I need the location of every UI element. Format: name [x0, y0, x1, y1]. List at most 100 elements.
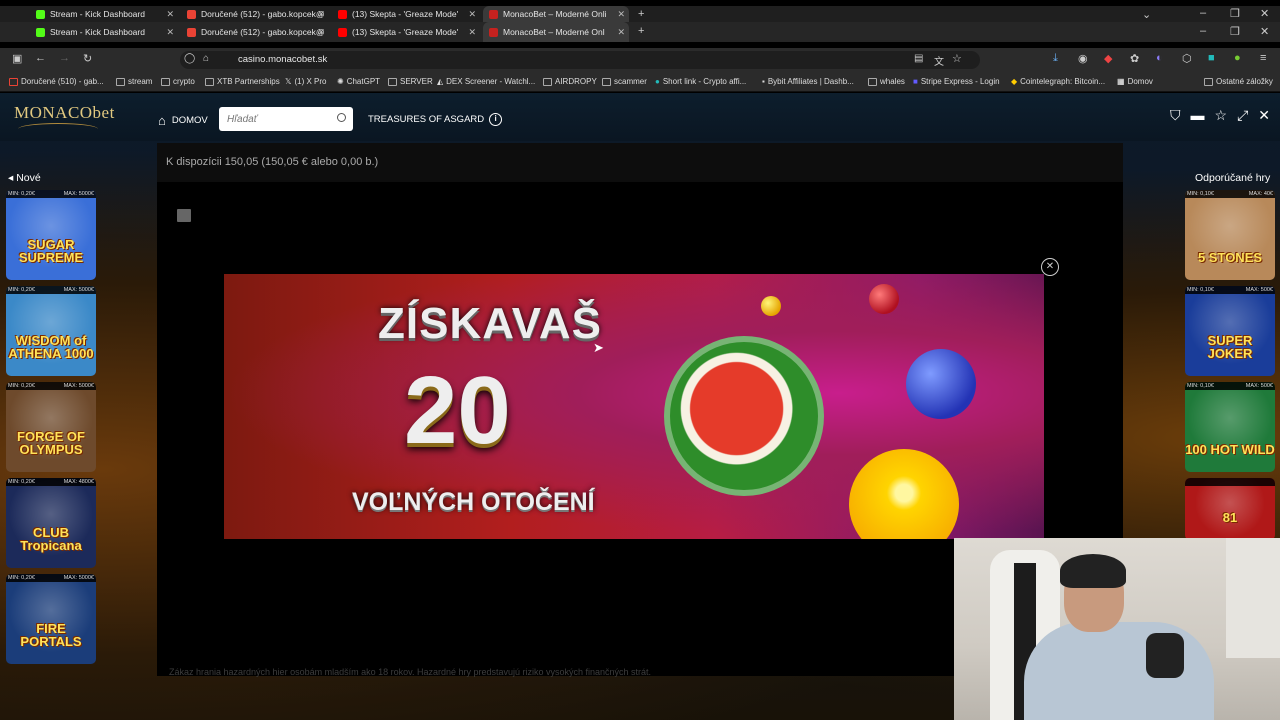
new-tab-icon[interactable]: + [638, 8, 644, 20]
tab-monacobet-top[interactable]: MonacoBet – Moderné Onli ✕ [483, 6, 629, 22]
bookmark-item[interactable]: ◆ Cointelegraph: Bitcoin... [1011, 77, 1105, 86]
search-icon[interactable] [337, 113, 346, 122]
back-icon[interactable]: ← [35, 52, 46, 64]
game-thumbnail[interactable]: MIN: 0,10€ MAX: 500€ SUPER JOKER [1185, 286, 1275, 376]
bet-limits: MIN: 0,20€ MAX: 5000€ [6, 574, 96, 582]
search-input[interactable] [219, 107, 329, 131]
tab-youtube-top[interactable]: (13) Skepta - 'Greaze Mode' ✕ [332, 6, 480, 22]
extension-icon[interactable]: ◆ [1104, 52, 1112, 65]
game-thumbnail[interactable]: MIN: 0,20€ MAX: 5000€ SUGAR SUPREME [6, 190, 96, 280]
bookmark-item[interactable]: stream [116, 77, 152, 86]
fullscreen-icon[interactable]: ⤢ [1237, 107, 1248, 124]
close-icon[interactable]: ✕ [317, 9, 325, 20]
game-thumbnail[interactable]: MIN: 0,20€ MAX: 5000€ WISDOM of ATHENA 100… [6, 286, 96, 376]
close-icon[interactable]: ✕ [166, 9, 174, 20]
chevron-down-icon[interactable]: ⌄ [1142, 8, 1151, 21]
bookmark-item[interactable]: XTB Partnerships [205, 77, 280, 86]
bookmark-item[interactable]: Doručené (510) - gab... [9, 77, 104, 86]
tab-title: MonacoBet – Moderné Onl [503, 27, 605, 37]
tab-title: Stream - Kick Dashboard [50, 9, 145, 19]
bookmark-item[interactable]: AIRDROPY [543, 77, 597, 86]
bookmark-item[interactable]: SERVER [388, 77, 433, 86]
bookmark-item[interactable]: ● Short link - Crypto affi... [655, 77, 746, 86]
bookmark-item[interactable]: ◭ DEX Screener - Watchl... [437, 77, 535, 86]
close-icon[interactable]: ✕ [468, 27, 476, 38]
shield-icon[interactable]: ◯ [184, 53, 195, 64]
game-thumbnail[interactable]: MIN: 0,20€ MAX: 5000€ FIRE PORTALS [6, 574, 96, 664]
bookmark-item[interactable]: ■ Stripe Express - Login [913, 77, 1000, 86]
game-thumbnail[interactable]: MIN: 0,20€ MAX: 5000€ FORGE OF OLYMPUS [6, 382, 96, 472]
restore-icon[interactable]: ❐ [1230, 25, 1240, 38]
bookmark-item[interactable]: ▦ Domov [1117, 77, 1153, 86]
close-window-icon[interactable]: ✕ [1260, 25, 1269, 38]
info-icon[interactable]: i [489, 113, 503, 126]
star-icon[interactable]: ☆ [1215, 107, 1228, 124]
profile-icon[interactable]: ● [1234, 52, 1241, 64]
tab-title: MonacoBet – Moderné Onli [503, 9, 607, 19]
extension-icon[interactable]: ◐ [1156, 52, 1163, 64]
game-thumbnail[interactable]: 81 [1185, 478, 1275, 540]
tab-kick[interactable]: Stream - Kick Dashboard ✕ [30, 22, 178, 42]
bookmark-item[interactable]: ▪ Bybit Affiliates | Dashb... [762, 77, 854, 86]
game-thumbnail[interactable]: MIN: 0,20€ MAX: 4800€ CLUB Tropicana [6, 478, 96, 568]
extension-icon[interactable]: ■ [1208, 52, 1215, 64]
dexscreener-icon: ◭ [437, 77, 444, 86]
cointelegraph-icon: ◆ [1011, 77, 1018, 86]
reader-icon[interactable]: ▤ [914, 53, 923, 64]
microphone [1146, 633, 1184, 678]
tab-youtube[interactable]: (13) Skepta - 'Greaze Mode' ✕ [332, 22, 480, 42]
left-sidebar-label[interactable]: ◂ Nové [8, 172, 41, 184]
star-icon[interactable]: ☆ [952, 52, 962, 65]
game-thumbnail[interactable]: MIN: 0,10€ MAX: 500€ 100 HOT WILD [1185, 382, 1275, 472]
close-icon[interactable]: ✕ [617, 9, 625, 20]
reload-icon[interactable]: ↻ [83, 52, 92, 65]
minimize-icon[interactable]: – [1200, 7, 1206, 19]
other-bookmarks[interactable]: Ostatné záložky [1204, 77, 1273, 86]
tab-title: Doručené (512) - gabo.kopcek@ [201, 9, 325, 19]
url-field[interactable]: casino.monacobet.sk [180, 51, 980, 69]
lock-icon[interactable]: ⌂ [203, 53, 209, 64]
chevron-left-icon: ◂ [8, 172, 14, 184]
bookmark-item[interactable]: ✺ ChatGPT [337, 77, 380, 86]
translate-icon[interactable]: 文 [934, 53, 944, 68]
puzzle-icon[interactable]: ⬡ [1182, 52, 1192, 65]
close-icon[interactable]: ✕ [617, 27, 625, 38]
tab-gmail[interactable]: Doručené (512) - gabo.kopcek@ ✕ [181, 22, 329, 42]
close-icon[interactable]: ✕ [1258, 107, 1270, 124]
bookmark-item[interactable]: crypto [161, 77, 195, 86]
shield-icon[interactable]: ⛉ [1170, 107, 1181, 124]
game-thumbnail[interactable]: MIN: 0,10€ MAX: 40€ 5 STONES [1185, 190, 1275, 280]
close-window-icon[interactable]: ✕ [1260, 7, 1269, 20]
bookmark-item[interactable]: 𝕏 (1) X Pro [285, 77, 326, 86]
minimize-icon[interactable]: – [1200, 25, 1206, 37]
gift-icon[interactable] [177, 209, 191, 222]
extension-icon[interactable]: ✿ [1130, 52, 1139, 65]
x-icon: 𝕏 [285, 77, 292, 86]
menu-icon[interactable]: ≡ [1260, 52, 1266, 64]
tab-kick-top[interactable]: Stream - Kick Dashboard ✕ [30, 6, 178, 22]
close-icon[interactable]: ✕ [317, 27, 325, 38]
tab-monacobet[interactable]: MonacoBet – Moderné Onl ✕ [483, 22, 629, 42]
bookmark-item[interactable]: whales [868, 77, 905, 86]
extension-icon[interactable]: ◉ [1078, 52, 1088, 65]
bookmark-label: ChatGPT [346, 77, 381, 86]
right-sidebar-label[interactable]: Odporúčané hry [1195, 172, 1270, 184]
sidebar-icon[interactable]: ▣ [12, 52, 22, 65]
chatgpt-icon: ✺ [337, 77, 344, 86]
nav-home[interactable]: ⌂ DOMOV [158, 113, 208, 128]
game-title-art: SUGAR SUPREME [18, 237, 84, 265]
download-icon[interactable]: ⤓ [1053, 52, 1058, 65]
wallet-icon[interactable]: ▬ [1191, 107, 1205, 124]
folder-icon [161, 77, 170, 86]
close-icon[interactable]: ✕ [166, 27, 174, 38]
forward-icon[interactable]: → [59, 52, 70, 64]
site-logo[interactable]: MONACObet [14, 103, 115, 123]
tab-gmail-top[interactable]: Doručené (512) - gabo.kopcek@ ✕ [181, 6, 329, 22]
bet-limits [1185, 478, 1275, 486]
bookmark-item[interactable]: scammer [602, 77, 647, 86]
restore-icon[interactable]: ❐ [1230, 7, 1240, 20]
new-tab-icon[interactable]: + [638, 25, 644, 37]
close-icon[interactable]: ✕ [468, 9, 476, 20]
free-spins-banner[interactable]: ZÍSKAVAŠ 20 VOĽNÝCH OTOČENÍ [224, 274, 1044, 539]
bookmark-label: Bybit Affiliates | Dashb... [767, 77, 854, 86]
